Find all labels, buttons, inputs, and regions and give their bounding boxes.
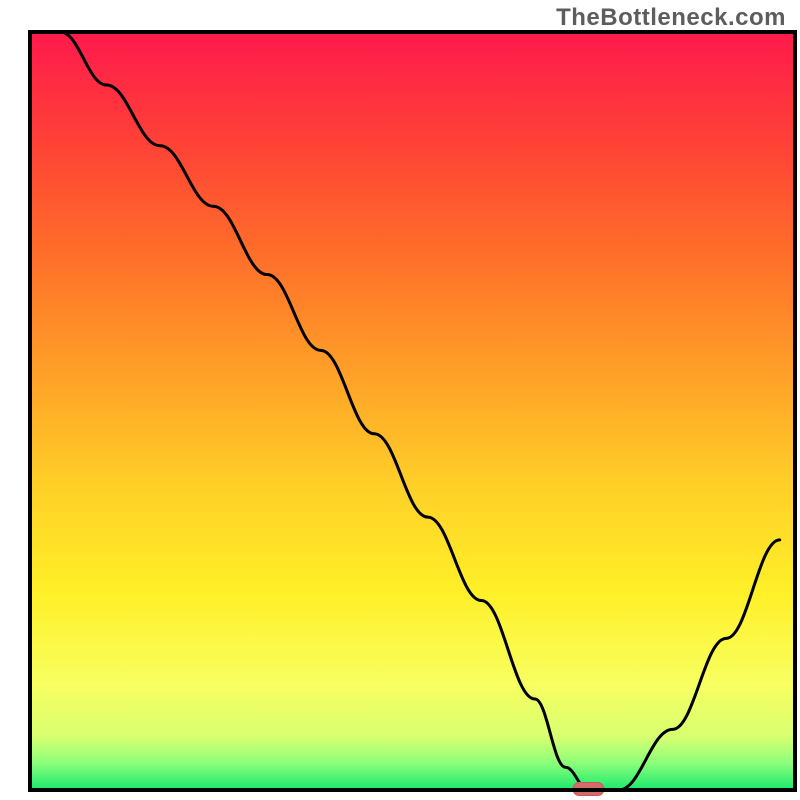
- chart-canvas: [0, 0, 800, 800]
- chart-frame: TheBottleneck.com: [0, 0, 800, 800]
- plot-background: [30, 32, 795, 790]
